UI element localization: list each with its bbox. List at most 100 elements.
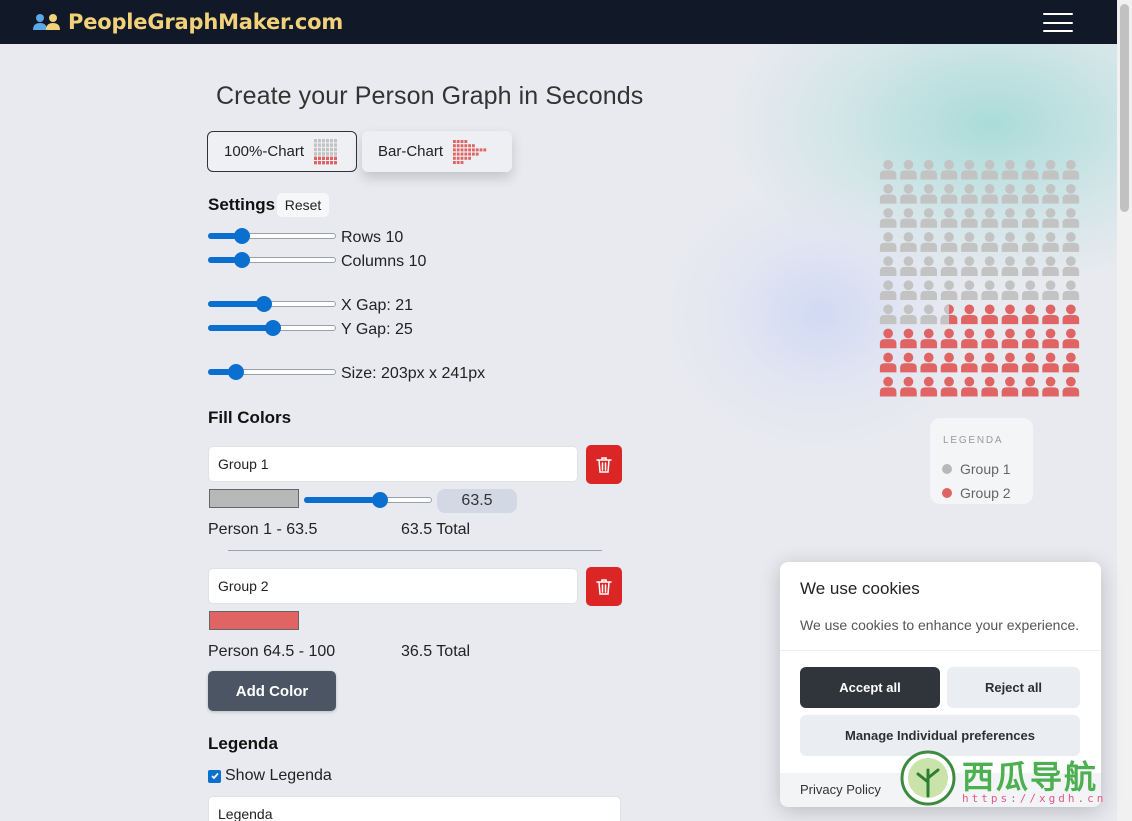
grid-chart-icon-cell <box>330 138 334 142</box>
bar-chart-icon-cell <box>460 152 464 156</box>
grid-chart-icon-cell <box>326 142 330 147</box>
group-2-total: 36.5 Total <box>401 643 471 660</box>
x-gap-slider[interactable] <box>208 296 336 312</box>
group-2-name-input[interactable] <box>208 568 578 604</box>
privacy-policy-link[interactable]: Privacy Policy <box>800 782 881 797</box>
bar-chart-icon-cell <box>475 147 479 151</box>
bar-chart-icon-cell <box>468 143 472 147</box>
grid-chart-icon-cell <box>322 151 326 156</box>
person-group-1 <box>961 256 978 276</box>
people-icon[interactable] <box>32 12 62 32</box>
person-group-1 <box>1042 280 1059 301</box>
person-group-1 <box>1062 183 1080 204</box>
add-color-button[interactable]: Add Color <box>208 671 336 711</box>
group-1-name-input[interactable] <box>208 446 578 482</box>
bar-chart-icon-cell <box>464 156 468 160</box>
bar-chart-icon-cell <box>456 156 460 160</box>
chart-type-label: Bar-Chart <box>378 143 444 160</box>
person-group-2 <box>879 376 897 397</box>
chart-type-label: 100%-Chart <box>224 143 305 160</box>
legenda-heading: Legenda <box>208 734 278 753</box>
person-group-2 <box>1062 328 1080 349</box>
person-graph <box>879 159 1080 397</box>
person-group-2 <box>1062 352 1080 373</box>
person-group-2 <box>981 376 998 397</box>
cookie-separator <box>780 650 1101 651</box>
person-group-1 <box>1001 256 1019 276</box>
scrollbar[interactable] <box>1117 0 1132 821</box>
person-group-1 <box>900 183 917 204</box>
y-gap-slider[interactable] <box>208 320 336 336</box>
group-1-value-slider[interactable] <box>304 492 432 508</box>
person-group-2 <box>961 352 978 373</box>
grid-chart-icon-cell <box>322 147 326 151</box>
person-group-1 <box>879 256 897 276</box>
person-group-1 <box>981 280 998 301</box>
bar-chart-icon-cell <box>456 139 460 143</box>
group-1-value-input[interactable]: 63.5 <box>437 489 517 513</box>
page-title: Create your Person Graph in Seconds <box>216 82 644 110</box>
person-group-2 <box>940 352 958 373</box>
person-group-1 <box>879 159 897 180</box>
bar-chart-icon-cell <box>464 152 468 156</box>
person-group-2 <box>1062 376 1080 397</box>
grid-chart-icon-cell <box>334 138 338 142</box>
person-group-1 <box>940 183 958 204</box>
grid-chart-icon-cell <box>322 160 326 164</box>
bar-chart-icon-cell <box>468 152 472 156</box>
person-group-1 <box>1021 159 1039 180</box>
person-group-1 <box>940 280 958 301</box>
watermark: 西瓜导航 https://xgdh.cn <box>898 748 1118 812</box>
person-group-1 <box>961 159 978 180</box>
rows-slider[interactable] <box>208 228 336 244</box>
bar-chart-icon-cell <box>460 147 464 151</box>
person-group-2 <box>900 376 917 397</box>
show-legenda-checkbox[interactable] <box>208 769 221 783</box>
person-group-2 <box>1001 352 1019 373</box>
show-legenda-row[interactable]: Show Legenda <box>208 767 332 785</box>
rows-label: Rows 10 <box>341 229 404 246</box>
person-group-1 <box>879 232 897 252</box>
bar-chart-icon-cell <box>460 160 464 164</box>
reset-button[interactable]: Reset <box>277 193 329 217</box>
size-slider[interactable] <box>208 364 336 380</box>
person-group-1 <box>961 208 978 228</box>
grid-chart-icon-cell <box>314 156 318 160</box>
person-group-1 <box>1042 183 1059 204</box>
person-group-1 <box>920 159 938 180</box>
bar-chart-icon-cell <box>479 147 483 151</box>
person-group-1 <box>1062 159 1080 180</box>
accept-all-button[interactable]: Accept all <box>800 667 940 708</box>
chart-type-100-percent-button[interactable]: 100%-Chart <box>207 131 357 172</box>
person-group-1 <box>1042 159 1059 180</box>
person-group-2 <box>1042 376 1059 397</box>
reject-all-button[interactable]: Reject all <box>947 667 1080 708</box>
delete-group-2-button[interactable] <box>586 567 622 606</box>
group-1-color-swatch[interactable] <box>209 489 299 508</box>
person-group-1 <box>1001 232 1019 252</box>
columns-slider[interactable] <box>208 252 336 268</box>
grid-chart-icon-cell <box>334 160 338 164</box>
grid-chart-icon-cell <box>330 156 334 160</box>
chart-type-bar-button[interactable]: Bar-Chart <box>362 131 512 172</box>
grid-chart-icon-cell <box>322 138 326 142</box>
person-group-1 <box>900 208 917 228</box>
person-group-2 <box>1021 352 1039 373</box>
person-group-1 <box>940 232 958 252</box>
brand-name[interactable]: PeopleGraphMaker.com <box>68 10 343 34</box>
grid-chart-icon-cell <box>318 151 322 156</box>
legenda-title-input[interactable] <box>208 796 621 821</box>
group-2-color-swatch[interactable] <box>209 611 299 630</box>
person-group-2 <box>961 376 978 397</box>
bar-chart-icon-cell <box>472 143 475 147</box>
person-group-1 <box>1062 280 1080 301</box>
hamburger-menu-icon[interactable] <box>1043 13 1073 32</box>
person-group-2 <box>961 304 978 325</box>
delete-group-1-button[interactable] <box>586 445 622 484</box>
person-group-2 <box>920 352 938 373</box>
scrollbar-thumb[interactable] <box>1120 4 1129 212</box>
person-group-1 <box>961 183 978 204</box>
legend-dot <box>942 488 952 498</box>
person-group-1 <box>981 232 998 252</box>
person-group-1 <box>1001 280 1019 301</box>
